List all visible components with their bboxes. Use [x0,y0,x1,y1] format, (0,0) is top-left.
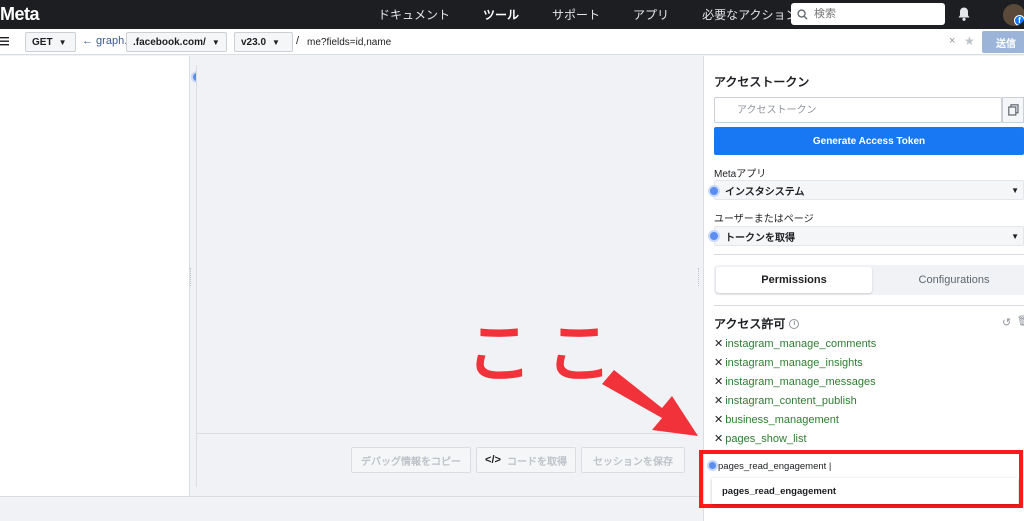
user-avatar[interactable]: f [1003,4,1024,26]
top-navigation: Meta ドキュメント ツール サポート アプリ 必要なアクション f [0,0,1024,29]
permission-item: ✕ instagram_manage_insights [714,353,1014,372]
path-separator: / [296,35,300,47]
remove-permission-icon[interactable]: ✕ [714,375,723,388]
nav-link-docs[interactable]: ドキュメント [378,6,450,23]
annotation-arrow-icon [602,370,698,436]
permission-label: instagram_manage_messages [725,375,876,388]
domain-select[interactable]: .facebook.com/ ▼ [126,32,227,52]
api-version-value: v23.0 [241,36,267,48]
copy-icon [1007,104,1019,116]
info-icon[interactable]: i [789,318,800,329]
tour-hotspot-dot[interactable] [708,230,720,242]
copy-debug-info-label: デバッグ情報をコピー [361,456,461,468]
permission-label: pages_show_list [725,432,807,445]
trash-icon[interactable]: 🗑 [1017,316,1024,327]
permission-item: ✕ business_management [714,410,1014,429]
permission-item: ✕ pages_show_list [714,429,1014,448]
permission-item: ✕ instagram_manage_comments [714,334,1014,353]
user-or-page-value: トークンを取得 [725,232,795,244]
menu-icon[interactable] [0,36,9,46]
save-session-label: セッションを保存 [593,456,673,468]
chevron-down-icon: ▼ [211,37,220,47]
permissions-list: ✕ instagram_manage_comments ✕ instagram_ma… [714,334,1014,448]
nav-link-tools[interactable]: ツール [483,6,519,23]
nav-link-support[interactable]: サポート [552,6,600,23]
domain-value: .facebook.com/ [133,36,206,48]
permission-label: instagram_manage_comments [725,337,877,350]
tab-permissions[interactable]: Permissions [716,267,872,293]
permission-label: instagram_content_publish [725,394,857,407]
chevron-down-icon: ▼ [58,37,67,47]
star-icon[interactable]: ★ [964,34,975,48]
add-permission-input[interactable] [718,458,1018,474]
search-box[interactable] [791,3,945,25]
remove-permission-icon[interactable]: ✕ [714,337,723,350]
resize-handle-left[interactable] [190,268,193,286]
meta-app-value: インスタシステム [725,186,805,198]
query-path-input[interactable] [307,32,947,52]
http-method-value: GET [32,36,53,48]
copy-debug-info-button[interactable]: デバッグ情報をコピー [351,447,471,473]
copy-token-button[interactable] [1002,97,1024,123]
permission-suggestion[interactable]: pages_read_engagement [712,478,1018,504]
permission-item: ✕ instagram_content_publish [714,391,1014,410]
meta-app-label: Metaアプリ [714,169,767,180]
search-input[interactable] [814,8,924,20]
get-code-button[interactable]: </> コードを取得 [476,447,576,473]
divider [714,254,1024,255]
tour-hotspot-dot[interactable] [708,185,720,197]
remove-permission-icon[interactable]: ✕ [714,356,723,369]
nav-link-required-actions[interactable]: 必要なアクション [702,6,797,23]
meta-logo[interactable]: Meta [0,4,40,25]
permission-item: ✕ instagram_manage_messages [714,372,1014,391]
access-token-title: アクセストークン [714,75,810,89]
user-or-page-label: ユーザーまたはページ [714,214,814,225]
nav-link-apps[interactable]: アプリ [633,6,669,23]
undo-icon[interactable]: ↺ [1002,316,1011,329]
access-token-input[interactable] [714,97,1002,123]
save-session-button[interactable]: セッションを保存 [581,447,685,473]
remove-permission-icon[interactable]: ✕ [714,413,723,426]
graph-link[interactable]: ← graph. [82,35,127,47]
clear-icon[interactable]: × [949,35,955,47]
meta-app-select[interactable]: インスタシステム ▼ [714,180,1024,200]
generate-access-token-button[interactable]: Generate Access Token [714,127,1024,155]
api-version-select[interactable]: v23.0 ▼ [234,32,293,52]
facebook-badge-icon: f [1014,15,1024,26]
tab-configurations[interactable]: Configurations [874,267,1024,293]
permissions-title: アクセス許可 [714,317,786,331]
chevron-down-icon: ▼ [1011,232,1019,241]
tour-hotspot-dot[interactable] [707,460,718,471]
search-icon [797,8,808,20]
panel-tabs: Permissions Configurations [714,265,1024,295]
node-explorer-panel [0,56,190,496]
chevron-down-icon: ▼ [272,37,280,47]
nav-links: ドキュメント ツール サポート アプリ 必要なアクション [378,0,830,29]
user-or-page-select[interactable]: トークンを取得 ▼ [714,226,1024,246]
remove-permission-icon[interactable]: ✕ [714,432,723,445]
permission-label: business_management [725,413,839,426]
footer-strip [0,496,699,521]
notification-bell-icon[interactable] [956,6,972,22]
permissions-section: アクセス許可 i [714,315,800,332]
query-bar: GET ▼ ← graph. .facebook.com/ ▼ v23.0 ▼ / ×… [0,29,1024,55]
permission-label: instagram_manage_insights [725,356,863,369]
code-icon: </> [485,454,501,466]
divider [714,305,1024,306]
get-code-label: コードを取得 [506,456,567,468]
chevron-down-icon: ▼ [1011,186,1019,195]
submit-button[interactable]: 送信 [982,31,1024,53]
http-method-select[interactable]: GET ▼ [25,32,76,52]
remove-permission-icon[interactable]: ✕ [714,394,723,407]
resize-handle-right[interactable] [698,268,701,286]
